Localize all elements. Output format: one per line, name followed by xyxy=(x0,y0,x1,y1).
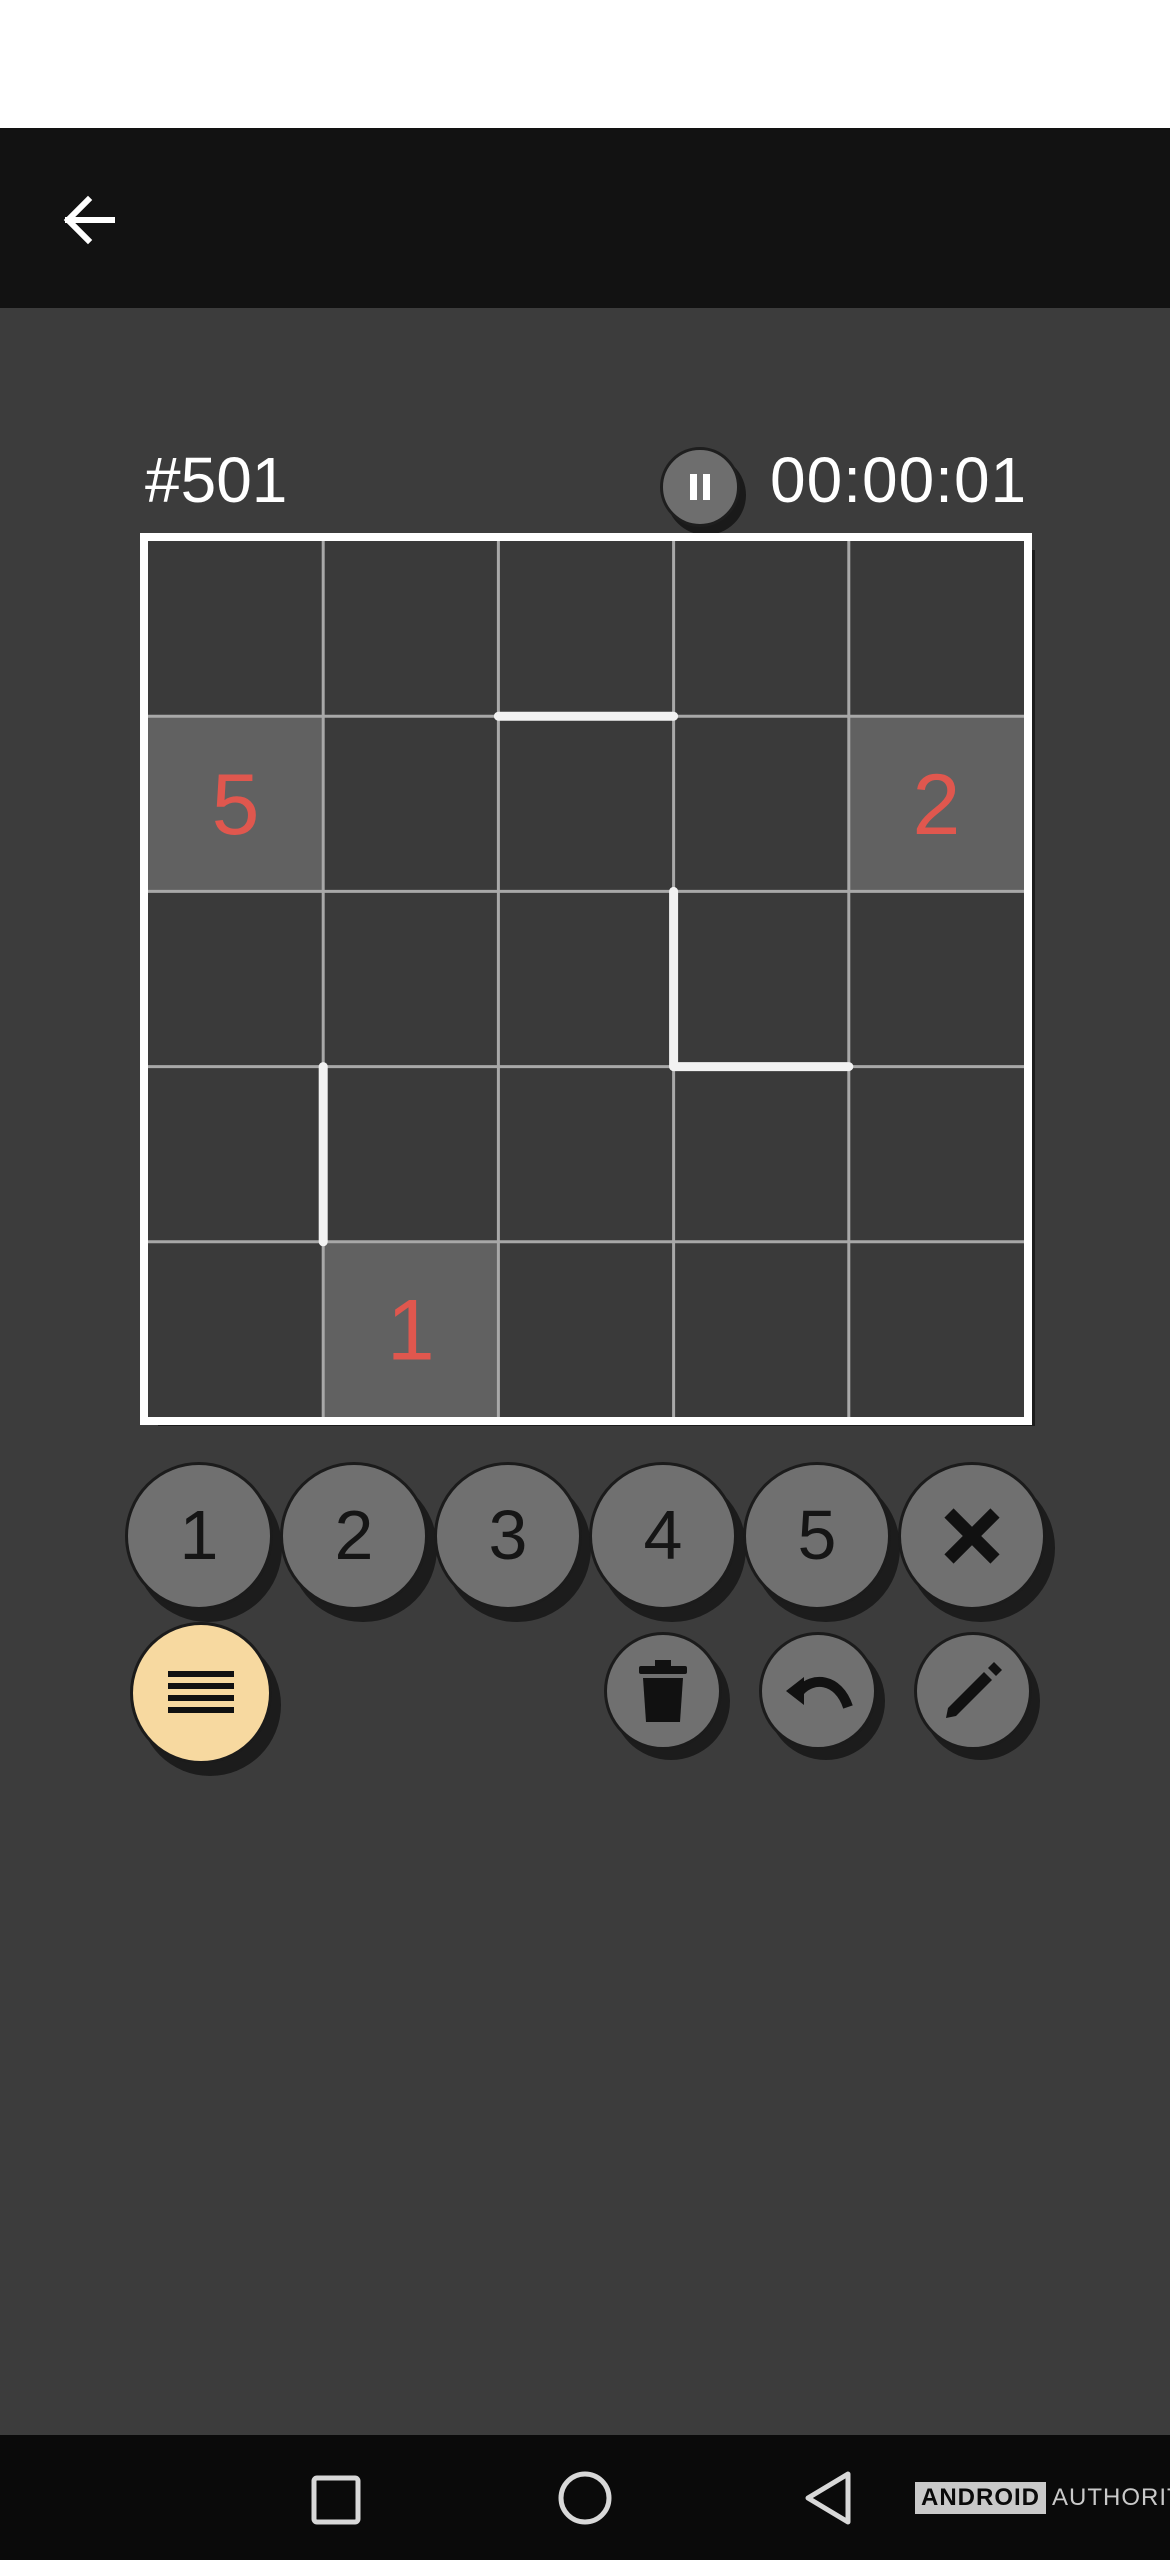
number-button-3[interactable]: 3 xyxy=(434,1462,582,1610)
board-cell[interactable] xyxy=(673,1241,849,1417)
status-bar xyxy=(0,0,1170,128)
board-cell[interactable] xyxy=(323,541,499,717)
circle-icon[interactable] xyxy=(555,2468,615,2528)
board-cell[interactable] xyxy=(498,541,674,717)
board-cell[interactable] xyxy=(323,891,499,1067)
back-button[interactable] xyxy=(50,180,130,260)
number-button-4[interactable]: 4 xyxy=(589,1462,737,1610)
board-cell[interactable] xyxy=(148,1241,324,1417)
board-cell[interactable] xyxy=(673,541,849,717)
close-icon xyxy=(944,1508,1000,1564)
board-cell[interactable] xyxy=(148,541,324,717)
pause-button[interactable] xyxy=(660,447,740,527)
clue-number: 1 xyxy=(387,1282,435,1378)
number-button-5[interactable]: 5 xyxy=(743,1462,891,1610)
board-cell[interactable] xyxy=(673,1066,849,1242)
arrow-left-icon xyxy=(63,195,115,245)
board-cell[interactable] xyxy=(848,891,1024,1067)
board-cell[interactable] xyxy=(673,891,849,1067)
pause-icon xyxy=(690,474,710,500)
puzzle-id: #501 xyxy=(145,444,288,516)
clue-number: 2 xyxy=(912,757,960,853)
board-cell[interactable] xyxy=(498,891,674,1067)
app-bar xyxy=(0,128,1170,308)
board-cell[interactable] xyxy=(148,1066,324,1242)
square-icon[interactable] xyxy=(308,2472,364,2528)
board-cell[interactable] xyxy=(498,1241,674,1417)
number-button-2[interactable]: 2 xyxy=(280,1462,428,1610)
clue-number: 5 xyxy=(212,757,260,853)
edit-button[interactable] xyxy=(914,1632,1032,1750)
timer: 00:00:01 xyxy=(770,444,1028,516)
board-cell[interactable] xyxy=(848,1066,1024,1242)
board-cell[interactable] xyxy=(498,716,674,892)
clear-button[interactable] xyxy=(898,1462,1046,1610)
number-button-1[interactable]: 1 xyxy=(125,1462,273,1610)
undo-button[interactable] xyxy=(759,1632,877,1750)
watermark-brand: ANDROID xyxy=(915,2482,1046,2514)
board-cell[interactable] xyxy=(148,891,324,1067)
board-cell[interactable] xyxy=(673,716,849,892)
trash-icon xyxy=(639,1660,687,1722)
board-cell[interactable] xyxy=(323,1066,499,1242)
watermark-suffix: AUTHORITY xyxy=(1052,2484,1170,2511)
triangle-back-icon[interactable] xyxy=(800,2468,860,2528)
board-cell[interactable] xyxy=(498,1066,674,1242)
watermark: ANDROID AUTHORITY xyxy=(915,2482,1170,2514)
delete-button[interactable] xyxy=(604,1632,722,1750)
board-cell[interactable] xyxy=(848,1241,1024,1417)
board-cell[interactable] xyxy=(323,716,499,892)
board-cell[interactable] xyxy=(848,541,1024,717)
menu-icon xyxy=(168,1671,234,1713)
puzzle-board[interactable]: 5 2 1 xyxy=(140,533,1032,1425)
undo-icon xyxy=(786,1677,853,1709)
pencil-icon xyxy=(946,1662,1002,1718)
menu-button[interactable] xyxy=(130,1622,272,1764)
